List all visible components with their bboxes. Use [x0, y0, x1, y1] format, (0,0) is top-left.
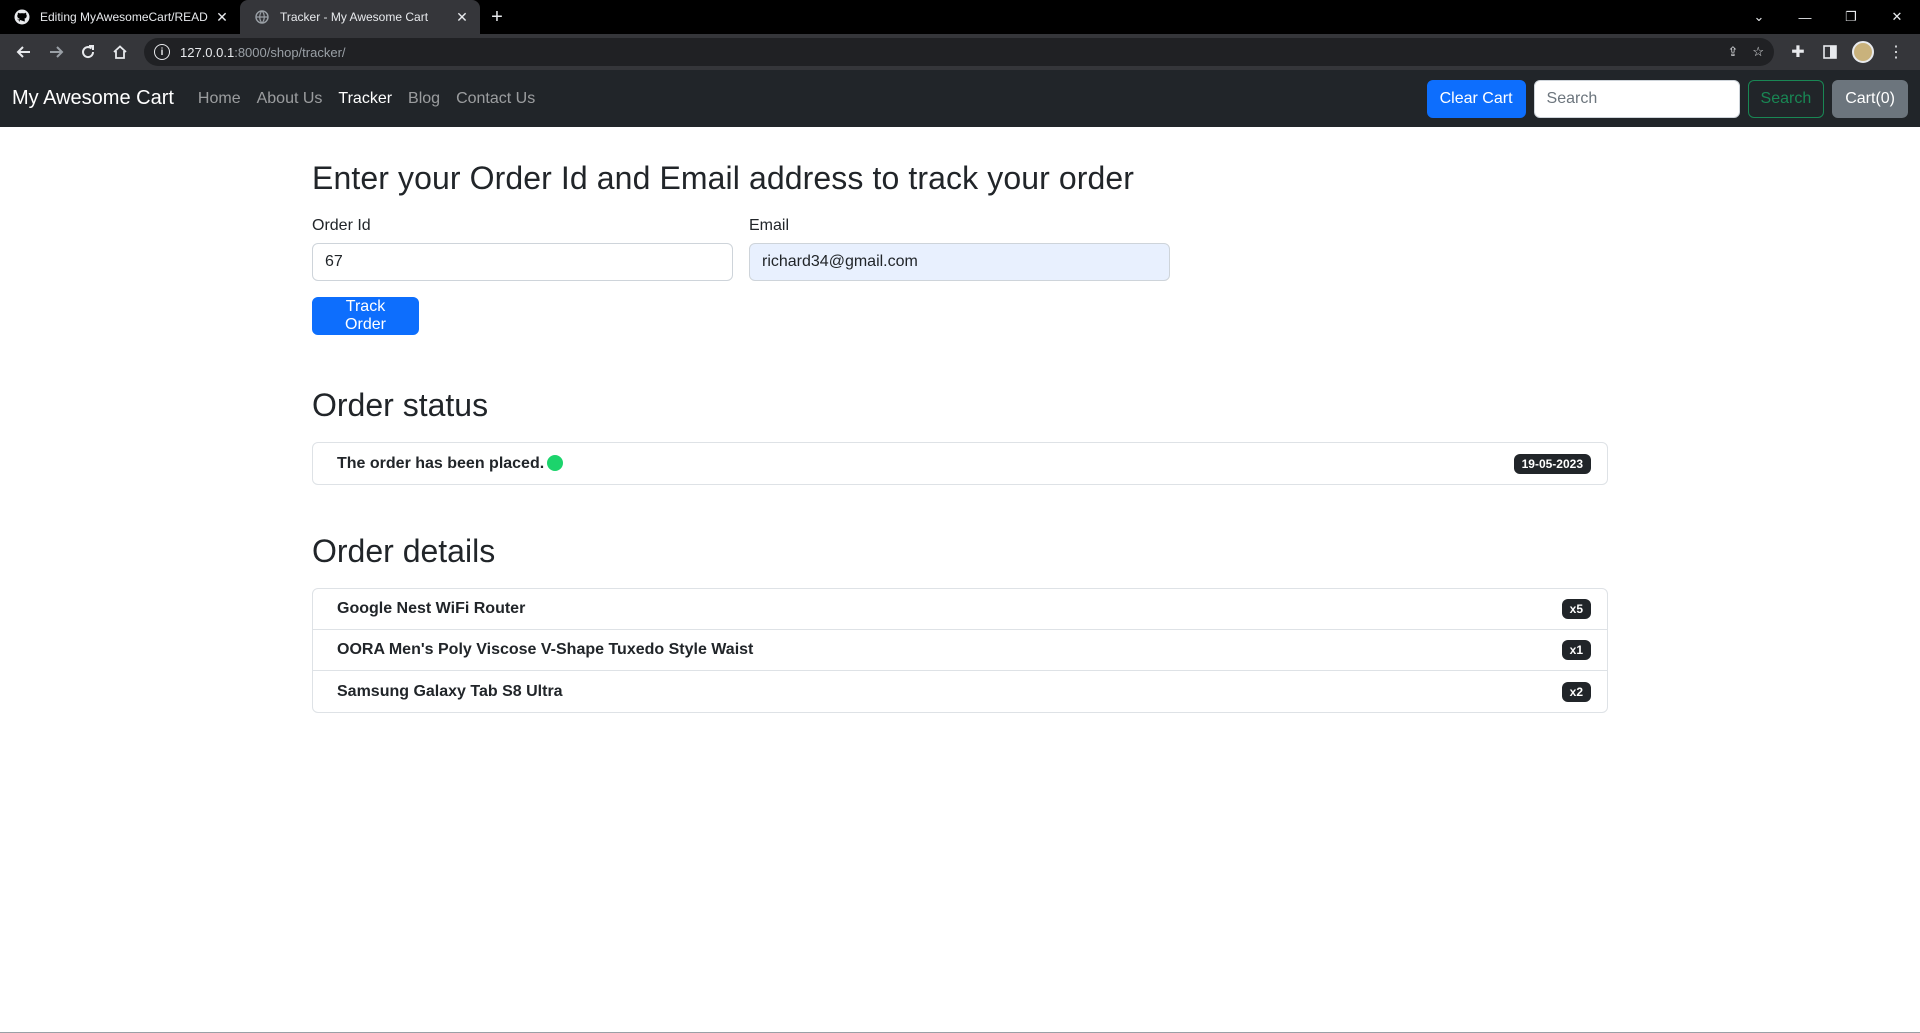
- order-id-label: Order Id: [312, 217, 371, 234]
- order-id-input[interactable]: [312, 243, 733, 281]
- status-text-wrapper: The order has been placed.: [337, 454, 564, 473]
- side-panel-icon[interactable]: [1814, 38, 1846, 66]
- order-item: Google Nest WiFi Router x5: [313, 589, 1607, 630]
- email-group: Email: [749, 217, 1170, 281]
- order-item-qty-badge: x1: [1561, 640, 1591, 660]
- address-bar[interactable]: i 127.0.0.1:8000/shop/tracker/ ⇪ ☆: [144, 38, 1774, 66]
- search-button[interactable]: Search: [1747, 79, 1825, 118]
- browser-tab-strip: Editing MyAwesomeCart/README ✕ Tracker -…: [0, 0, 1920, 34]
- main-container: Enter your Order Id and Email address to…: [312, 160, 1608, 713]
- minimize-icon[interactable]: —: [1782, 10, 1828, 25]
- order-id-group: Order Id: [312, 217, 733, 281]
- browser-toolbar: i 127.0.0.1:8000/shop/tracker/ ⇪ ☆ ✚ ⋮: [0, 34, 1920, 70]
- status-date-badge: 19-05-2023: [1513, 453, 1591, 474]
- page-title: Enter your Order Id and Email address to…: [312, 160, 1135, 196]
- order-item: Samsung Galaxy Tab S8 Ultra x2: [313, 671, 1607, 712]
- order-item: OORA Men's Poly Viscose V-Shape Tuxedo S…: [313, 630, 1607, 671]
- reload-icon[interactable]: [72, 38, 104, 66]
- browser-tab-tracker[interactable]: Tracker - My Awesome Cart ✕: [240, 0, 480, 34]
- email-label: Email: [749, 217, 790, 234]
- nav-link-tracker[interactable]: Tracker: [338, 90, 392, 108]
- brand-logo-text[interactable]: My Awesome Cart: [12, 87, 174, 110]
- share-icon[interactable]: ⇪: [1727, 44, 1738, 60]
- order-status-list: The order has been placed. 19-05-2023: [312, 442, 1608, 485]
- email-input[interactable]: [749, 243, 1170, 281]
- back-icon[interactable]: [8, 38, 40, 66]
- browser-tab-readme[interactable]: Editing MyAwesomeCart/README ✕: [0, 0, 240, 34]
- bookmark-star-icon[interactable]: ☆: [1752, 44, 1764, 60]
- nav-link-home[interactable]: Home: [198, 90, 241, 108]
- status-text: The order has been placed.: [337, 454, 545, 472]
- order-item-name: Google Nest WiFi Router: [337, 600, 526, 617]
- github-icon: [14, 9, 30, 25]
- order-status-heading: Order status: [312, 387, 489, 423]
- url-path: :8000/shop/tracker/: [234, 44, 346, 60]
- tab-close-icon[interactable]: ✕: [214, 9, 230, 25]
- home-icon[interactable]: [104, 38, 136, 66]
- site-navbar: My Awesome Cart Home About Us Tracker Bl…: [0, 70, 1920, 127]
- nav-link-blog[interactable]: Blog: [408, 90, 440, 108]
- tab-search-icon[interactable]: ⌄: [1736, 9, 1782, 25]
- browser-menu-icon[interactable]: ⋮: [1880, 38, 1912, 66]
- window-controls: ⌄ — ❐ ✕: [1736, 0, 1920, 34]
- order-item-qty-badge: x5: [1561, 599, 1591, 619]
- url-host: 127.0.0.1: [180, 44, 235, 60]
- forward-icon[interactable]: [40, 38, 72, 66]
- site-info-icon[interactable]: i: [154, 44, 170, 60]
- globe-icon: [254, 9, 270, 25]
- nav-links: Home About Us Tracker Blog Contact Us: [198, 90, 551, 108]
- tab-title: Tracker - My Awesome Cart: [280, 10, 429, 24]
- close-window-icon[interactable]: ✕: [1874, 9, 1920, 25]
- nav-link-contact-us[interactable]: Contact Us: [456, 90, 535, 108]
- status-item: The order has been placed. 19-05-2023: [313, 443, 1607, 484]
- tab-close-icon[interactable]: ✕: [454, 9, 470, 25]
- restore-icon[interactable]: ❐: [1828, 9, 1874, 25]
- order-item-name: Samsung Galaxy Tab S8 Ultra: [337, 682, 563, 700]
- search-input[interactable]: [1533, 79, 1740, 118]
- status-indicator-dot: [547, 454, 564, 471]
- track-order-button[interactable]: Track Order: [312, 297, 419, 335]
- order-details-heading: Order details: [312, 533, 496, 569]
- nav-link-about-us[interactable]: About Us: [257, 90, 323, 108]
- cart-button[interactable]: Cart(0): [1832, 79, 1908, 118]
- profile-avatar[interactable]: [1852, 41, 1874, 63]
- tracker-form: Order Id Email: [312, 217, 1608, 281]
- new-tab-button[interactable]: +: [480, 0, 514, 34]
- order-item-name: OORA Men's Poly Viscose V-Shape Tuxedo S…: [337, 641, 754, 658]
- order-item-qty-badge: x2: [1561, 681, 1591, 702]
- tab-title: Editing MyAwesomeCart/README: [40, 10, 208, 24]
- order-details-list: Google Nest WiFi Router x5 OORA Men's Po…: [312, 588, 1608, 713]
- extensions-icon[interactable]: ✚: [1782, 38, 1814, 66]
- clear-cart-button[interactable]: Clear Cart: [1426, 79, 1526, 118]
